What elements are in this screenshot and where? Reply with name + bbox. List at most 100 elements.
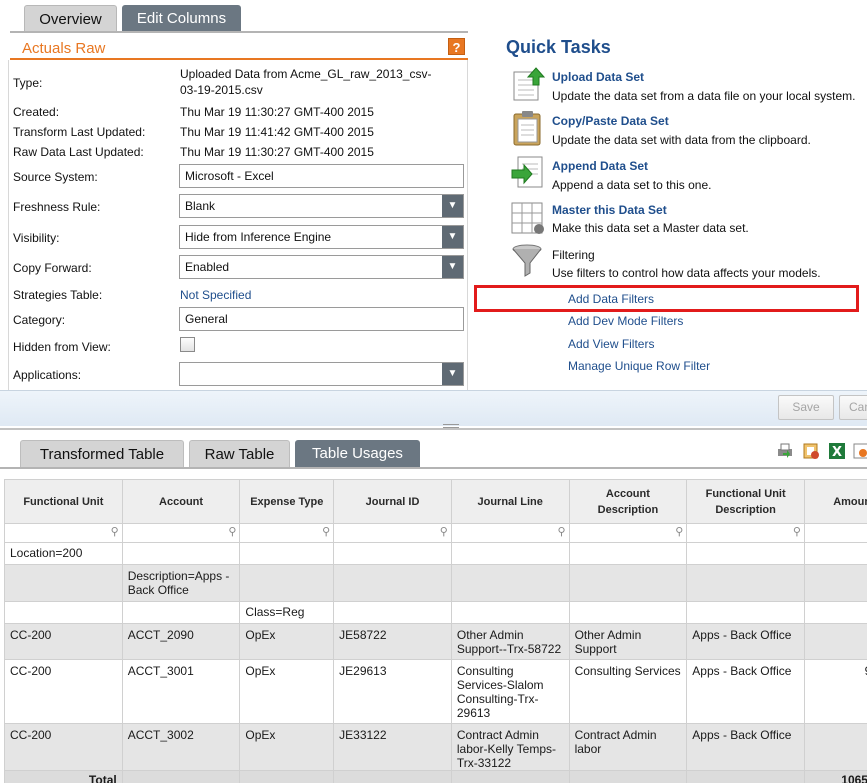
chevron-down-icon[interactable]: ▼	[442, 256, 463, 278]
strategies-link[interactable]: Not Specified	[180, 288, 251, 302]
manage-unique-row-filter-link[interactable]: Manage Unique Row Filter	[568, 359, 710, 373]
copy-forward-select[interactable]: Enabled ▼	[179, 255, 464, 279]
cell-journal-id: JE29613	[333, 659, 452, 724]
table-row[interactable]: CC-200 ACCT_2090 OpEx JE58722 Other Admi…	[4, 623, 867, 660]
column-filter[interactable]: ⚲	[686, 523, 805, 543]
column-filter[interactable]: ⚲	[239, 523, 335, 543]
chevron-down-icon[interactable]: ▼	[442, 195, 463, 217]
copy-forward-value: Enabled	[185, 260, 230, 274]
splitter-line	[0, 428, 867, 430]
column-filter[interactable]: ⚲	[4, 523, 123, 543]
filtering-heading: Filtering	[552, 248, 595, 262]
column-header[interactable]: Journal Line	[450, 479, 570, 524]
cell-amount: 90025	[803, 659, 867, 724]
save-button[interactable]: Save	[778, 395, 834, 420]
top-tab-strip: Overview Edit Columns	[0, 0, 867, 32]
table-row[interactable]: CC-200 ACCT_3001 OpEx JE29613 Consulting…	[4, 659, 867, 724]
cell-journal-id: JE58722	[333, 623, 452, 660]
append-icon[interactable]	[510, 154, 546, 190]
master-data-set-link[interactable]: Master this Data Set	[552, 203, 667, 217]
freshness-label: Freshness Rule:	[13, 200, 101, 214]
tab-transformed-table[interactable]: Transformed Table	[20, 440, 184, 467]
column-header[interactable]: Expense Type	[239, 479, 335, 524]
cell-account: ACCT_2090	[121, 623, 241, 660]
cell-functional-unit: CC-200	[4, 659, 123, 724]
strategies-label: Strategies Table:	[13, 288, 103, 302]
applications-select[interactable]: ▼	[179, 362, 464, 386]
column-filter[interactable]: ⚲	[803, 523, 867, 543]
cell-functional-unit: CC-200	[4, 623, 123, 660]
cell-expense-type: OpEx	[239, 623, 335, 660]
clipboard-icon[interactable]	[510, 110, 546, 146]
add-dev-mode-filters-link[interactable]: Add Dev Mode Filters	[568, 314, 683, 328]
raw-updated-value: Thu Mar 19 11:30:27 GMT-400 2015	[180, 145, 374, 159]
table-row[interactable]: CC-200 ACCT_3002 OpEx JE33122 Contract A…	[4, 723, 867, 771]
freshness-select[interactable]: Blank ▼	[179, 194, 464, 218]
search-icon[interactable]: ⚲	[793, 526, 801, 538]
search-icon[interactable]: ⚲	[675, 526, 683, 538]
tab-underline	[10, 31, 468, 33]
search-icon[interactable]: ⚲	[228, 526, 236, 538]
search-icon[interactable]: ⚲	[558, 526, 566, 538]
excel-icon[interactable]: X	[828, 442, 846, 460]
transform-updated-label: Transform Last Updated:	[13, 125, 146, 139]
print-icon[interactable]	[776, 442, 794, 460]
cell-account-description: Consulting Services	[568, 659, 688, 724]
cell-account-description: Contract Admin labor	[568, 723, 688, 771]
cell-journal-line: Contract Admin labor-Kelly Temps-Trx-331…	[450, 723, 570, 771]
cell-fu-description: Apps - Back Office	[686, 659, 805, 724]
group-row: Class=Reg	[4, 601, 867, 624]
search-icon[interactable]: ⚲	[111, 526, 119, 538]
cell-account-description: Other Admin Support	[568, 623, 688, 660]
column-header[interactable]: Functional Unit	[4, 479, 123, 524]
filtering-desc: Use filters to control how data affects …	[552, 266, 821, 280]
cell-account: ACCT_3002	[121, 723, 241, 771]
settings-icon[interactable]	[852, 442, 867, 460]
upload-icon[interactable]	[510, 66, 546, 102]
column-header[interactable]: Amount	[803, 479, 867, 524]
column-filter[interactable]: ⚲	[450, 523, 570, 543]
panel-title: Actuals Raw	[22, 40, 106, 57]
hidden-from-view-checkbox[interactable]	[180, 337, 195, 352]
tab-table-usages[interactable]: Table Usages	[295, 440, 420, 467]
master-icon[interactable]	[510, 200, 546, 236]
cell-journal-id: JE33122	[333, 723, 452, 771]
created-value: Thu Mar 19 11:30:27 GMT-400 2015	[180, 105, 374, 119]
cancel-button[interactable]: Can	[839, 395, 867, 420]
search-icon[interactable]: ⚲	[440, 526, 448, 538]
chevron-down-icon[interactable]: ▼	[442, 363, 463, 385]
group-description: Description=Apps - Back Office	[121, 564, 241, 602]
column-header[interactable]: Account Description	[568, 479, 688, 524]
column-filter[interactable]: ⚲	[121, 523, 241, 543]
total-amount: 1065965.2	[803, 770, 867, 783]
copy-paste-data-set-link[interactable]: Copy/Paste Data Set	[552, 114, 669, 128]
add-view-filters-link[interactable]: Add View Filters	[568, 337, 654, 351]
append-data-set-link[interactable]: Append Data Set	[552, 159, 648, 173]
help-button[interactable]: ?	[448, 38, 465, 55]
visibility-select[interactable]: Hide from Inference Engine ▼	[179, 225, 464, 249]
type-value-line2: 03-19-2015.csv	[180, 83, 263, 97]
splitter-handle[interactable]	[443, 424, 459, 428]
column-header[interactable]: Journal ID	[333, 479, 452, 524]
svg-text:X: X	[832, 445, 842, 460]
group-location: Location=200	[4, 542, 123, 565]
copy-paste-data-set-desc: Update the data set with data from the c…	[552, 133, 811, 147]
bottom-tab-underline	[0, 467, 867, 469]
chevron-down-icon[interactable]: ▼	[442, 226, 463, 248]
tab-raw-table[interactable]: Raw Table	[189, 440, 290, 467]
tab-overview[interactable]: Overview	[24, 5, 117, 32]
upload-data-set-link[interactable]: Upload Data Set	[552, 70, 644, 84]
category-input[interactable]: General	[179, 307, 464, 331]
column-header[interactable]: Functional Unit Description	[686, 479, 805, 524]
search-icon[interactable]: ⚲	[322, 526, 330, 538]
category-label: Category:	[13, 313, 66, 327]
source-system-input[interactable]: Microsoft - Excel	[179, 164, 464, 188]
column-header[interactable]: Account	[121, 479, 241, 524]
cell-journal-line: Consulting Services-Slalom Consulting-Tr…	[450, 659, 570, 724]
column-filter[interactable]: ⚲	[568, 523, 688, 543]
source-system-label: Source System:	[13, 170, 98, 184]
column-filter[interactable]: ⚲	[333, 523, 452, 543]
cell-amount: 3169	[803, 623, 867, 660]
tab-edit-columns[interactable]: Edit Columns	[122, 5, 241, 32]
export-icon[interactable]	[802, 442, 820, 460]
